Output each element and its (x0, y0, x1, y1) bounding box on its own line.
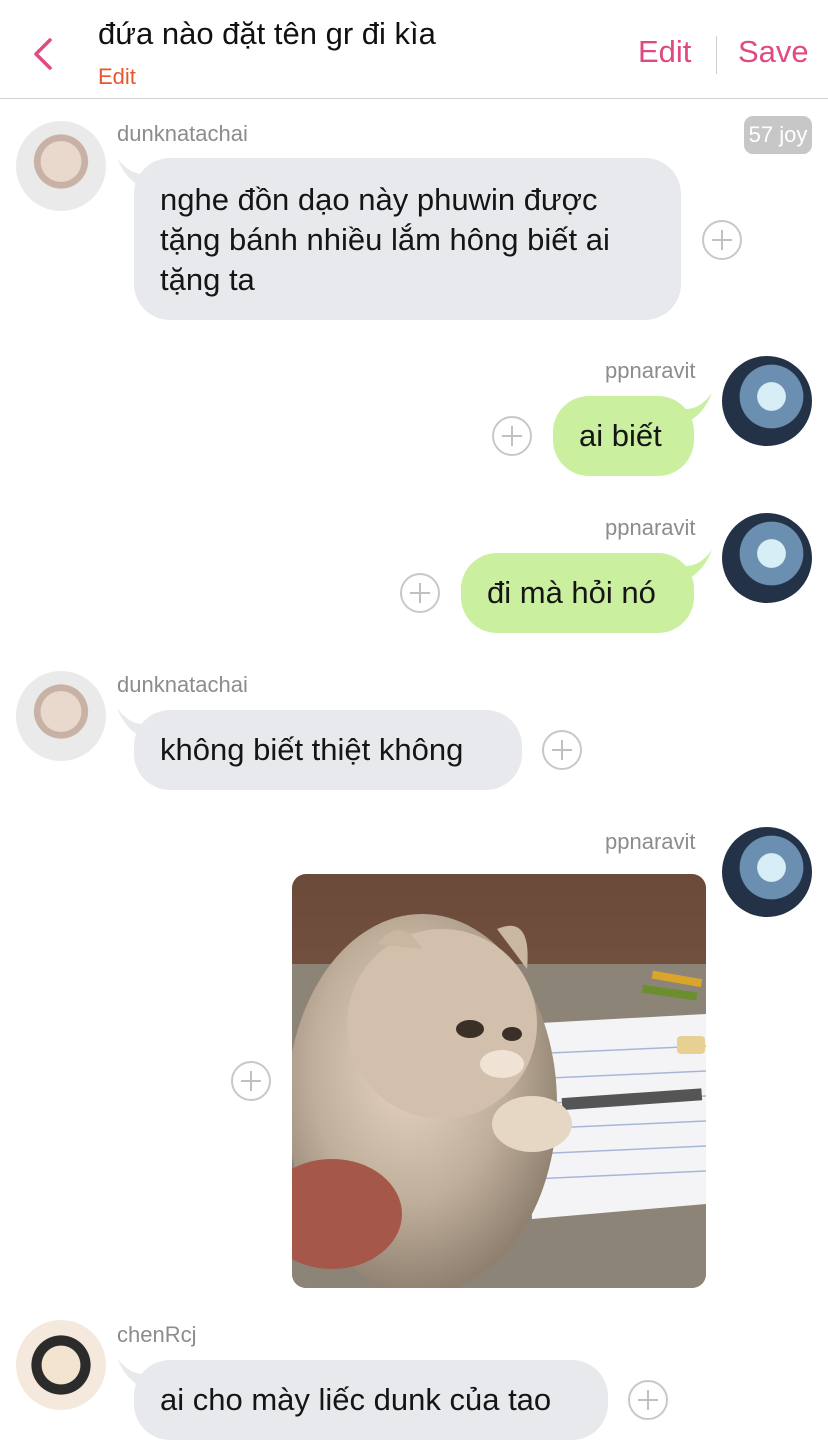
avatar-dunknatachai[interactable] (16, 671, 106, 761)
edit-title-link[interactable]: Edit (98, 64, 136, 90)
back-button[interactable] (26, 32, 66, 76)
message-bubble[interactable]: đi mà hỏi nó (461, 553, 694, 633)
add-reaction-button[interactable] (542, 730, 582, 770)
cat-image (292, 874, 706, 1288)
message-bubble[interactable]: ai biết (553, 396, 694, 476)
sender-name: ppnaravit (605, 829, 696, 854)
add-reaction-button[interactable] (492, 416, 532, 456)
chevron-left-icon (34, 38, 52, 70)
message-bubble[interactable]: không biết thiệt không (134, 710, 522, 790)
avatar-dunknatachai[interactable] (16, 121, 106, 211)
avatar-ppnaravit[interactable] (722, 356, 812, 446)
avatar-ppnaravit[interactable] (722, 827, 812, 917)
save-button[interactable]: Save (738, 34, 809, 70)
cat-photo[interactable] (292, 874, 706, 1288)
chat-header: đứa nào đặt tên gr đi kìa Edit Edit Save (0, 0, 828, 99)
sender-name: dunknatachai (117, 672, 248, 697)
header-divider (716, 36, 717, 74)
sender-name: ppnaravit (605, 515, 696, 540)
add-reaction-button[interactable] (702, 220, 742, 260)
sender-name: ppnaravit (605, 358, 696, 383)
message-bubble[interactable]: ai cho mày liếc dunk của tao (134, 1360, 608, 1440)
joy-badge: 57 joy (744, 116, 812, 154)
edit-button[interactable]: Edit (638, 34, 691, 70)
add-reaction-button[interactable] (400, 573, 440, 613)
add-reaction-button[interactable] (231, 1061, 271, 1101)
sender-name: chenRcj (117, 1322, 197, 1347)
avatar-chenRcj[interactable] (16, 1320, 106, 1410)
add-reaction-button[interactable] (628, 1380, 668, 1420)
sender-name: dunknatachai (117, 121, 248, 146)
avatar-ppnaravit[interactable] (722, 513, 812, 603)
chat-title: đứa nào đặt tên gr đi kìa (98, 16, 436, 51)
message-bubble[interactable]: nghe đồn dạo này phuwin được tặng bánh n… (134, 158, 681, 320)
